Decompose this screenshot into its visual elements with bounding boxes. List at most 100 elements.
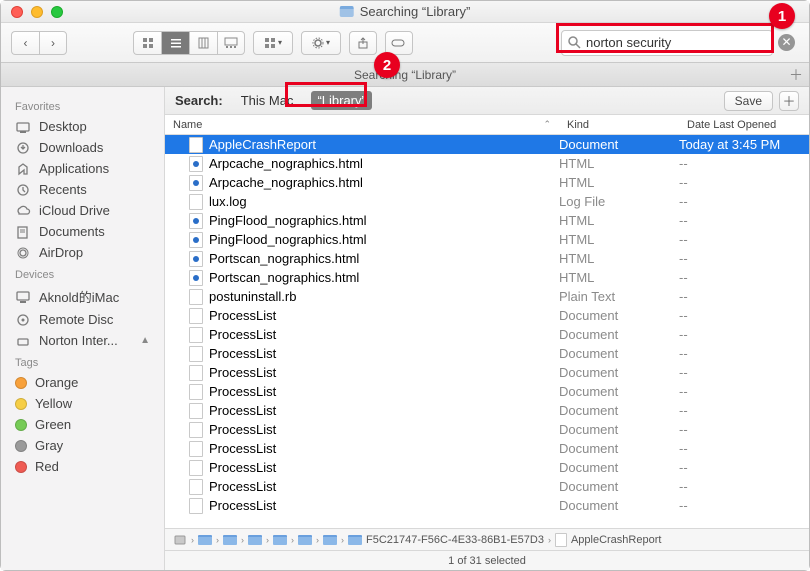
sidebar-item[interactable]: AirDrop — [1, 242, 164, 263]
scope-this-mac[interactable]: This Mac — [235, 91, 300, 110]
file-row[interactable]: ProcessListDocument-- — [165, 325, 809, 344]
search-input[interactable] — [561, 30, 773, 56]
pathbar[interactable]: › › › › › › › F5C21747-F56C-4E33-86B1-E5… — [165, 528, 809, 550]
file-icon — [555, 533, 567, 547]
tag-dot-icon — [15, 461, 27, 473]
toolbar: ‹ › ▾ ▾ — [1, 23, 809, 63]
gear-icon — [312, 37, 324, 49]
folder-icon — [248, 535, 262, 545]
sidebar-tag[interactable]: Orange — [1, 372, 164, 393]
file-icon — [189, 479, 203, 495]
file-icon — [189, 403, 203, 419]
sidebar-tag[interactable]: Yellow — [1, 393, 164, 414]
tag-dot-icon — [15, 377, 27, 389]
tag-dot-icon — [15, 398, 27, 410]
annotation-badge-2: 2 — [374, 52, 400, 78]
file-row[interactable]: AppleCrashReportDocumentToday at 3:45 PM — [165, 135, 809, 154]
view-column-button[interactable] — [189, 31, 217, 55]
save-search-button[interactable]: Save — [724, 91, 773, 111]
col-header-kind[interactable]: Kind — [559, 119, 679, 131]
file-row[interactable]: ProcessListDocument-- — [165, 420, 809, 439]
sidebar-item[interactable]: iCloud Drive — [1, 200, 164, 221]
file-row[interactable]: ProcessListDocument-- — [165, 363, 809, 382]
arrange-button[interactable]: ▾ — [253, 31, 293, 55]
list-icon — [170, 37, 182, 49]
file-icon — [189, 194, 203, 210]
sidebar-heading-favorites: Favorites — [1, 95, 164, 116]
add-criteria-button[interactable]: ＋ — [779, 91, 799, 111]
file-row[interactable]: Portscan_nographics.htmlHTML-- — [165, 249, 809, 268]
sidebar-tag[interactable]: Gray — [1, 435, 164, 456]
col-header-name[interactable]: Name⌃ — [165, 119, 559, 131]
sidebar-icon — [15, 246, 31, 260]
sidebar-item[interactable]: Desktop — [1, 116, 164, 137]
new-tab-button[interactable]: ＋ — [789, 65, 803, 85]
titlebar: Searching “Library” — [1, 1, 809, 23]
file-icon — [189, 137, 203, 153]
sidebar-icon — [15, 225, 31, 239]
file-row[interactable]: lux.logLog File-- — [165, 192, 809, 211]
disk-icon — [173, 533, 187, 547]
file-icon — [189, 498, 203, 514]
share-button[interactable] — [349, 31, 377, 55]
file-row[interactable]: PingFlood_nographics.htmlHTML-- — [165, 230, 809, 249]
file-row[interactable]: Arpcache_nographics.htmlHTML-- — [165, 173, 809, 192]
file-row[interactable]: ProcessListDocument-- — [165, 439, 809, 458]
grid-icon — [142, 37, 154, 49]
action-button[interactable]: ▾ — [301, 31, 341, 55]
sidebar-icon — [15, 334, 31, 348]
forward-button[interactable]: › — [39, 31, 67, 55]
folder-icon — [273, 535, 287, 545]
sidebar-icon — [15, 204, 31, 218]
file-row[interactable]: ProcessListDocument-- — [165, 382, 809, 401]
file-row[interactable]: Portscan_nographics.htmlHTML-- — [165, 268, 809, 287]
file-icon — [189, 384, 203, 400]
view-gallery-button[interactable] — [217, 31, 245, 55]
tags-button[interactable] — [385, 31, 413, 55]
close-window-button[interactable] — [11, 6, 23, 18]
file-row[interactable]: Arpcache_nographics.htmlHTML-- — [165, 154, 809, 173]
clear-search-button[interactable]: ✕ — [778, 34, 795, 51]
sidebar-item[interactable]: Downloads — [1, 137, 164, 158]
file-row[interactable]: PingFlood_nographics.htmlHTML-- — [165, 211, 809, 230]
file-row[interactable]: ProcessListDocument-- — [165, 401, 809, 420]
grid-icon — [264, 37, 276, 49]
file-row[interactable]: ProcessListDocument-- — [165, 496, 809, 515]
view-icon-button[interactable] — [133, 31, 161, 55]
sidebar-item[interactable]: Documents — [1, 221, 164, 242]
sidebar-item[interactable]: Aknold的iMac — [1, 284, 164, 309]
file-row[interactable]: postuninstall.rbPlain Text-- — [165, 287, 809, 306]
file-icon — [189, 232, 203, 248]
tag-icon — [391, 37, 407, 49]
file-icon — [189, 251, 203, 267]
file-row[interactable]: ProcessListDocument-- — [165, 458, 809, 477]
sidebar-item[interactable]: Remote Disc — [1, 309, 164, 330]
columns-icon — [198, 37, 210, 49]
sidebar-item[interactable]: Recents — [1, 179, 164, 200]
folder-icon — [223, 535, 237, 545]
sidebar-item[interactable]: Norton Inter...▲ — [1, 330, 164, 351]
file-row[interactable]: ProcessListDocument-- — [165, 477, 809, 496]
file-row[interactable]: ProcessListDocument-- — [165, 306, 809, 325]
share-icon — [357, 37, 369, 49]
folder-icon — [198, 535, 212, 545]
col-header-date[interactable]: Date Last Opened — [679, 119, 809, 131]
sidebar-item[interactable]: Applications — [1, 158, 164, 179]
view-list-button[interactable] — [161, 31, 189, 55]
zoom-window-button[interactable] — [51, 6, 63, 18]
scopebar: Search: This Mac “Library” Save ＋ — [165, 87, 809, 115]
tabbar: Searching “Library” ＋ — [1, 63, 809, 87]
minimize-window-button[interactable] — [31, 6, 43, 18]
sidebar-icon — [15, 290, 31, 304]
tab-title[interactable]: Searching “Library” — [354, 68, 456, 82]
file-row[interactable]: ProcessListDocument-- — [165, 344, 809, 363]
sidebar-tag[interactable]: Red — [1, 456, 164, 477]
file-list[interactable]: AppleCrashReportDocumentToday at 3:45 PM… — [165, 135, 809, 528]
sidebar-tag[interactable]: Green — [1, 414, 164, 435]
back-button[interactable]: ‹ — [11, 31, 39, 55]
sidebar-heading-devices: Devices — [1, 263, 164, 284]
gallery-icon — [224, 37, 238, 49]
file-icon — [189, 308, 203, 324]
scope-library[interactable]: “Library” — [311, 91, 371, 110]
sidebar-icon — [15, 120, 31, 134]
